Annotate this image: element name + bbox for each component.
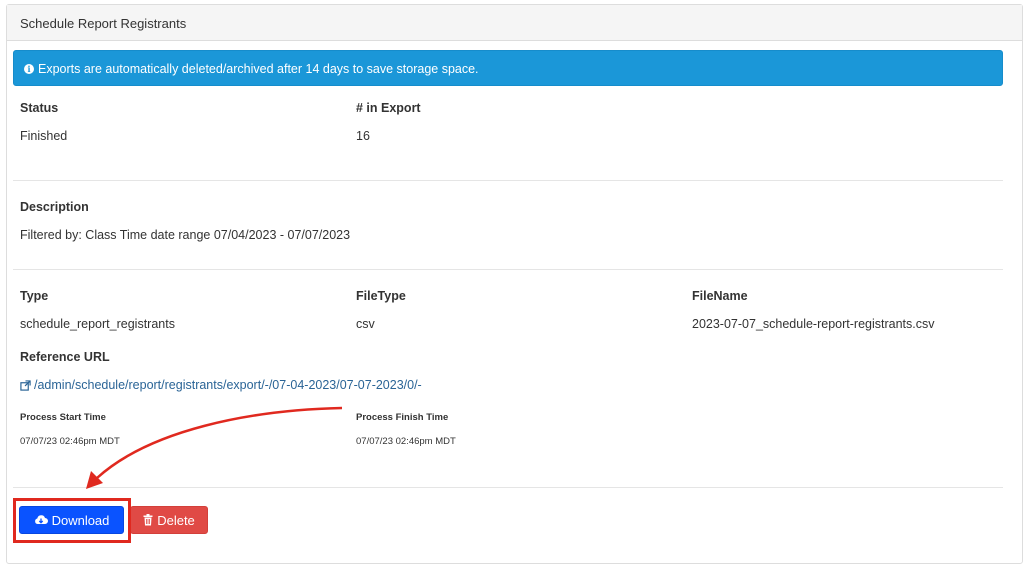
panel-title: Schedule Report Registrants: [7, 5, 1022, 41]
filename-label: FileName: [692, 289, 748, 303]
info-alert: i Exports are automatically deleted/arch…: [13, 50, 1003, 86]
export-panel: Schedule Report Registrants: [6, 4, 1023, 564]
reference-url-text: /admin/schedule/report/registrants/expor…: [34, 378, 422, 392]
reference-url-label: Reference URL: [20, 350, 110, 364]
process-start-label: Process Start Time: [20, 412, 106, 423]
external-link-icon: [20, 379, 31, 391]
process-start-value: 07/07/23 02:46pm MDT: [20, 436, 120, 447]
info-circle-icon: i: [24, 64, 34, 74]
info-alert-text: Exports are automatically deleted/archiv…: [38, 62, 479, 76]
delete-button-label: Delete: [157, 512, 195, 528]
process-finish-label: Process Finish Time: [356, 412, 449, 423]
filetype-value: csv: [356, 317, 375, 331]
export-count-value: 16: [356, 129, 370, 143]
status-label: Status: [20, 101, 59, 115]
download-button-label: Download: [51, 512, 110, 528]
filetype-label: FileType: [356, 289, 406, 303]
process-finish-value: 07/07/23 02:46pm MDT: [356, 436, 456, 447]
status-value: Finished: [20, 129, 68, 143]
export-count-label: # in Export: [356, 101, 421, 115]
divider: [13, 269, 1003, 270]
cloud-download-icon: [34, 514, 48, 526]
divider: [13, 180, 1003, 181]
divider: [13, 487, 1003, 488]
type-label: Type: [20, 289, 49, 303]
reference-url-link[interactable]: /admin/schedule/report/registrants/expor…: [20, 378, 422, 392]
description-value: Filtered by: Class Time date range 07/04…: [20, 228, 351, 242]
type-value: schedule_report_registrants: [20, 317, 175, 331]
trash-icon: [143, 514, 153, 526]
delete-button[interactable]: Delete: [130, 506, 208, 534]
description-label: Description: [20, 200, 89, 214]
download-button[interactable]: Download: [19, 506, 124, 534]
filename-value: 2023-07-07_schedule-report-registrants.c…: [692, 317, 935, 331]
